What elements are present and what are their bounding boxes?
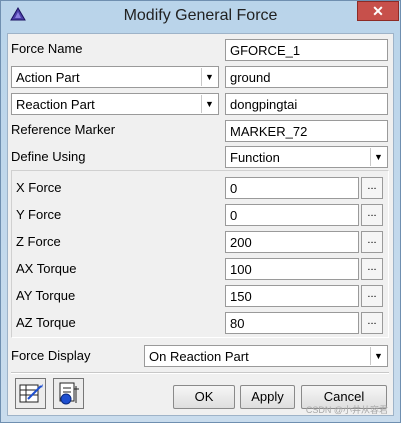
ax-torque-field[interactable]: 100 (225, 258, 359, 280)
reaction-part-select[interactable]: Reaction Part ▼ (11, 93, 219, 115)
chevron-down-icon[interactable]: ▼ (370, 148, 386, 166)
edit-table-button[interactable] (15, 378, 46, 409)
force-name-label: Force Name (11, 41, 83, 56)
close-button[interactable]: ✕ (357, 1, 399, 21)
az-torque-field[interactable]: 80 (225, 312, 359, 334)
reaction-part-field[interactable]: dongpingtai (225, 93, 388, 115)
force-display-label: Force Display (11, 348, 91, 363)
dialog-window: Modify General Force ✕ Force Name GFORCE… (0, 0, 401, 423)
y-force-label: Y Force (16, 207, 62, 222)
apply-button[interactable]: Apply (240, 385, 295, 409)
ay-torque-ellipsis-button[interactable]: ... (361, 285, 383, 307)
define-using-value: Function (230, 150, 280, 165)
ok-button[interactable]: OK (173, 385, 235, 409)
dialog-body: Force Name GFORCE_1 Action Part ▼ ground… (7, 33, 394, 416)
chevron-down-icon[interactable]: ▼ (201, 95, 217, 113)
plot-button[interactable] (53, 378, 84, 409)
separator (11, 372, 389, 374)
chevron-down-icon[interactable]: ▼ (370, 347, 386, 365)
force-name-field[interactable]: GFORCE_1 (225, 39, 388, 61)
reference-marker-label: Reference Marker (11, 122, 116, 137)
reaction-part-label: Reaction Part (16, 97, 95, 112)
z-force-field[interactable]: 200 (225, 231, 359, 253)
force-display-select[interactable]: On Reaction Part ▼ (144, 345, 388, 367)
ay-torque-label: AY Torque (16, 288, 76, 303)
y-force-ellipsis-button[interactable]: ... (361, 204, 383, 226)
define-using-select[interactable]: Function ▼ (225, 146, 388, 168)
action-part-select[interactable]: Action Part ▼ (11, 66, 219, 88)
force-display-value: On Reaction Part (149, 349, 249, 364)
title-bar[interactable]: Modify General Force ✕ (1, 1, 400, 31)
watermark: CSDN @小井从容君 (305, 405, 388, 415)
y-force-field[interactable]: 0 (225, 204, 359, 226)
define-using-label: Define Using (11, 149, 86, 164)
ay-torque-field[interactable]: 150 (225, 285, 359, 307)
x-force-ellipsis-button[interactable]: ... (361, 177, 383, 199)
action-part-label: Action Part (16, 70, 80, 85)
ax-torque-ellipsis-button[interactable]: ... (361, 258, 383, 280)
az-torque-label: AZ Torque (16, 315, 76, 330)
window-title: Modify General Force (123, 7, 278, 24)
plot-icon (59, 382, 79, 405)
x-force-label: X Force (16, 180, 62, 195)
action-part-field[interactable]: ground (225, 66, 388, 88)
z-force-label: Z Force (16, 234, 61, 249)
reference-marker-field[interactable]: MARKER_72 (225, 120, 388, 142)
z-force-ellipsis-button[interactable]: ... (361, 231, 383, 253)
edit-table-icon (19, 384, 43, 403)
x-force-field[interactable]: 0 (225, 177, 359, 199)
ax-torque-label: AX Torque (16, 261, 77, 276)
chevron-down-icon[interactable]: ▼ (201, 68, 217, 86)
az-torque-ellipsis-button[interactable]: ... (361, 312, 383, 334)
